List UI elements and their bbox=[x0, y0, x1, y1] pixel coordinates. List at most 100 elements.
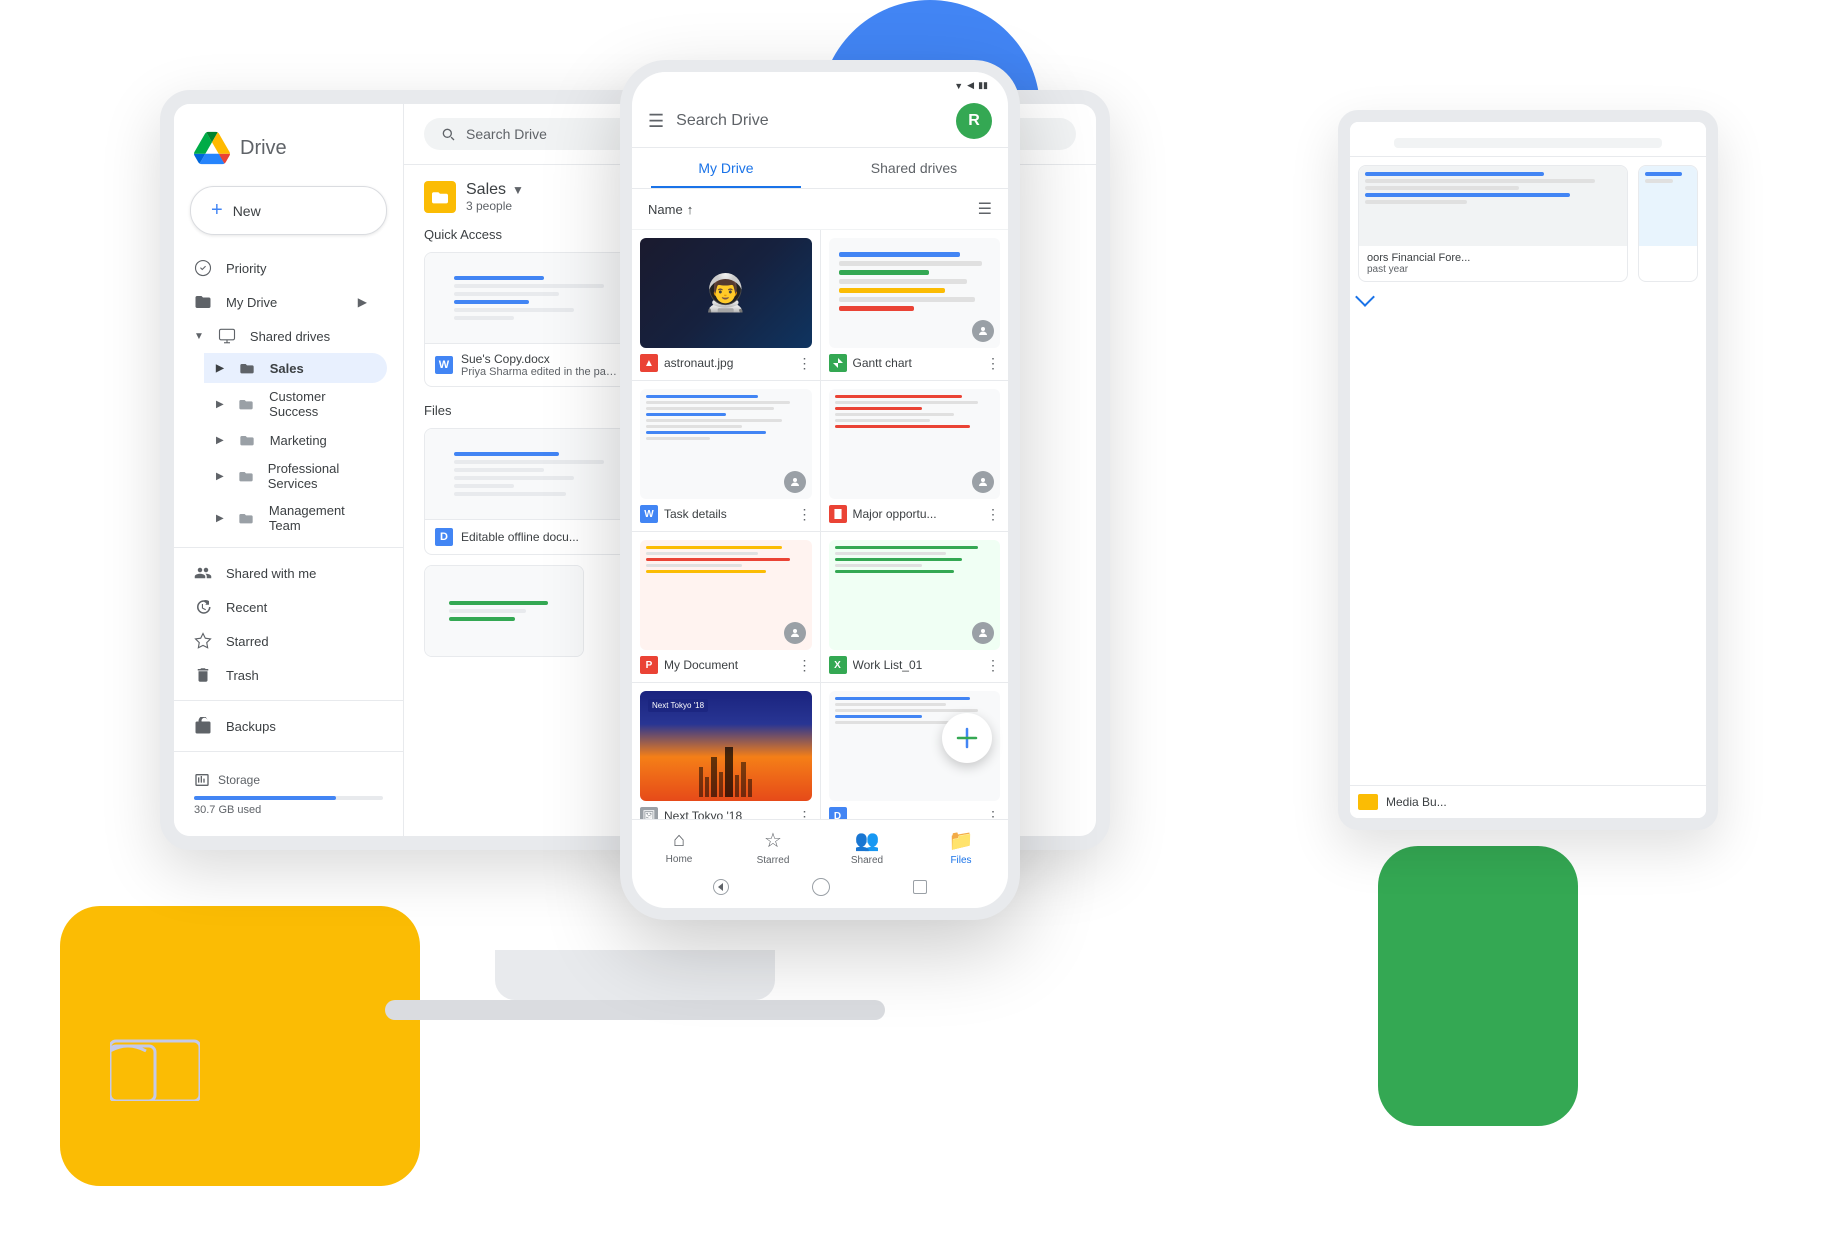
major-icon bbox=[829, 505, 847, 523]
sidebar-item-shared-with-me[interactable]: Shared with me bbox=[174, 556, 387, 590]
phone-tab-shared-drives[interactable]: Shared drives bbox=[820, 148, 1008, 188]
sidebar-item-my-drive[interactable]: My Drive ▶ bbox=[174, 285, 387, 319]
file-info-1: W Sue's Copy.docx Priya Sharma edited in… bbox=[425, 343, 632, 386]
folder-title: Sales bbox=[466, 181, 506, 199]
astronaut-thumb: 👨‍🚀 bbox=[640, 238, 812, 348]
unnamed-icon: D bbox=[829, 807, 847, 819]
starred-icon bbox=[194, 632, 212, 650]
phone-search-text[interactable]: Search Drive bbox=[676, 112, 944, 130]
phone-user-avatar[interactable]: R bbox=[956, 103, 992, 139]
file-name-info-1: Sue's Copy.docx Priya Sharma edited in t… bbox=[461, 352, 622, 378]
drive-logo-text: Drive bbox=[240, 137, 287, 160]
sidebar-item-management-team[interactable]: ▶ Management Team bbox=[204, 497, 387, 539]
sidebar-divider-2 bbox=[174, 700, 403, 701]
nav-item-starred[interactable]: ☆ Starred bbox=[743, 828, 803, 866]
laptop2-file1-meta: past year bbox=[1367, 264, 1619, 275]
phone-file-my-document[interactable]: P My Document ⋮ bbox=[632, 532, 820, 682]
my-document-thumb bbox=[640, 540, 812, 650]
file-thumb-1 bbox=[425, 253, 632, 343]
fab-button[interactable] bbox=[942, 713, 992, 763]
nav-item-files[interactable]: 📁 Files bbox=[931, 828, 991, 866]
folder-avatar bbox=[424, 181, 456, 213]
file-name-info-3: Editable offline docu... bbox=[461, 530, 622, 544]
sidebar-item-priority[interactable]: Priority bbox=[174, 251, 387, 285]
hamburger-icon[interactable]: ☰ bbox=[648, 111, 664, 132]
folder-people-count: 3 people bbox=[466, 199, 524, 213]
gantt-thumb bbox=[829, 238, 1001, 348]
phone-file-astronaut[interactable]: 👨‍🚀 ▲ astronaut.jpg ⋮ bbox=[632, 230, 820, 380]
sidebar-item-recent[interactable]: Recent bbox=[174, 590, 387, 624]
task-more-icon[interactable]: ⋮ bbox=[798, 506, 812, 523]
my-document-file-bottom: P My Document ⋮ bbox=[640, 656, 812, 674]
work-list-more-icon[interactable]: ⋮ bbox=[986, 657, 1000, 674]
astronaut-file-bottom: ▲ astronaut.jpg ⋮ bbox=[640, 354, 812, 372]
sidebar-item-backups[interactable]: Backups bbox=[174, 709, 387, 743]
sidebar-item-customer-success[interactable]: ▶ Customer Success bbox=[204, 383, 387, 425]
gantt-more-icon[interactable]: ⋮ bbox=[986, 355, 1000, 372]
sidebar-item-professional-services[interactable]: ▶ Professional Services bbox=[204, 455, 387, 497]
sidebar-item-trash[interactable]: Trash bbox=[174, 658, 387, 692]
laptop2-file-row: oors Financial Fore... past year bbox=[1350, 157, 1706, 290]
major-group-indicator bbox=[972, 471, 994, 493]
gantt-lines bbox=[835, 244, 995, 319]
wifi-icon: ◀ bbox=[967, 80, 974, 91]
tokyo-more-icon[interactable]: ⋮ bbox=[798, 808, 812, 820]
file-card-3[interactable]: D Editable offline docu... bbox=[424, 428, 633, 555]
sidebar-item-starred[interactable]: Starred bbox=[174, 624, 387, 658]
new-button[interactable]: + New bbox=[190, 186, 387, 235]
backups-label: Backups bbox=[226, 719, 276, 734]
shared-nav-icon: 👥 bbox=[855, 828, 880, 853]
battery-icon: ▮▮ bbox=[978, 80, 988, 91]
search-icon bbox=[440, 126, 456, 142]
phone-file-task-details[interactable]: W Task details ⋮ bbox=[632, 381, 820, 531]
sidebar-shared-drives-header[interactable]: ▼ Shared drives bbox=[174, 319, 403, 353]
sidebar-item-marketing[interactable]: ▶ Marketing bbox=[204, 425, 387, 455]
tokyo-file-bottom: 🖼 Next Tokyo '18 ⋮ bbox=[640, 807, 812, 819]
task-file-bottom: W Task details ⋮ bbox=[640, 505, 812, 523]
astronaut-more-icon[interactable]: ⋮ bbox=[798, 355, 812, 372]
shared-drives-arrow: ▼ bbox=[194, 331, 204, 342]
file-name-3: Editable offline docu... bbox=[461, 530, 622, 544]
storage-label: Storage bbox=[218, 773, 260, 787]
phone-file-work-list[interactable]: X Work List_01 ⋮ bbox=[821, 532, 1009, 682]
laptop2-content: oors Financial Fore... past year bbox=[1350, 122, 1706, 818]
bg-green-decoration bbox=[1378, 846, 1578, 1126]
phone-file-major-opportu[interactable]: Major opportu... ⋮ bbox=[821, 381, 1009, 531]
sort-label[interactable]: Name ↑ bbox=[648, 202, 693, 217]
files-nav-icon: 📁 bbox=[949, 828, 974, 853]
phone-tab-my-drive[interactable]: My Drive bbox=[632, 148, 820, 188]
unnamed-more-icon[interactable]: ⋮ bbox=[986, 808, 1000, 820]
tokyo-filename: Next Tokyo '18 bbox=[664, 809, 792, 819]
cs-expand: ▶ bbox=[216, 399, 224, 410]
progress-file-card[interactable] bbox=[424, 565, 584, 657]
list-view-icon[interactable]: ☰ bbox=[978, 199, 992, 219]
storage-bar bbox=[194, 796, 383, 800]
nav-item-shared[interactable]: 👥 Shared bbox=[837, 828, 897, 866]
shared-nav-label: Shared bbox=[851, 855, 883, 866]
phone-file-grid-wrapper: 👨‍🚀 ▲ astronaut.jpg ⋮ bbox=[632, 230, 1008, 819]
astronaut-filename: astronaut.jpg bbox=[664, 356, 792, 370]
file-card-sues-copy[interactable]: W Sue's Copy.docx Priya Sharma edited in… bbox=[424, 252, 633, 387]
back-button[interactable] bbox=[713, 879, 729, 895]
recent-system-button[interactable] bbox=[913, 880, 927, 894]
folder-dropdown[interactable]: ▼ bbox=[512, 183, 524, 197]
laptop2-cursor-area bbox=[1350, 290, 1706, 312]
tokyo-thumb: Next Tokyo '18 bbox=[640, 691, 812, 801]
mt-folder-icon bbox=[238, 509, 255, 527]
my-drive-icon bbox=[194, 293, 212, 311]
priority-icon bbox=[194, 259, 212, 277]
major-more-icon[interactable]: ⋮ bbox=[986, 506, 1000, 523]
laptop2-file-card-1[interactable]: oors Financial Fore... past year bbox=[1358, 165, 1628, 282]
storage-section: Storage 30.7 GB used bbox=[174, 760, 403, 828]
sidebar-item-sales[interactable]: ▶ Sales bbox=[204, 353, 387, 383]
my-document-more-icon[interactable]: ⋮ bbox=[798, 657, 812, 674]
nav-item-home[interactable]: ⌂ Home bbox=[649, 829, 709, 865]
phone-file-gantt[interactable]: Gantt chart ⋮ bbox=[821, 230, 1009, 380]
back-icon bbox=[715, 881, 727, 893]
home-system-button[interactable] bbox=[812, 878, 830, 896]
gantt-icon bbox=[829, 354, 847, 372]
phone-file-tokyo[interactable]: Next Tokyo '18 🖼 Next Tokyo '18 ⋮ bbox=[632, 683, 820, 819]
task-details-thumb bbox=[640, 389, 812, 499]
phone-bottom-nav: ⌂ Home ☆ Starred 👥 Shared 📁 Files bbox=[632, 819, 1008, 870]
new-plus-icon: + bbox=[211, 199, 223, 222]
